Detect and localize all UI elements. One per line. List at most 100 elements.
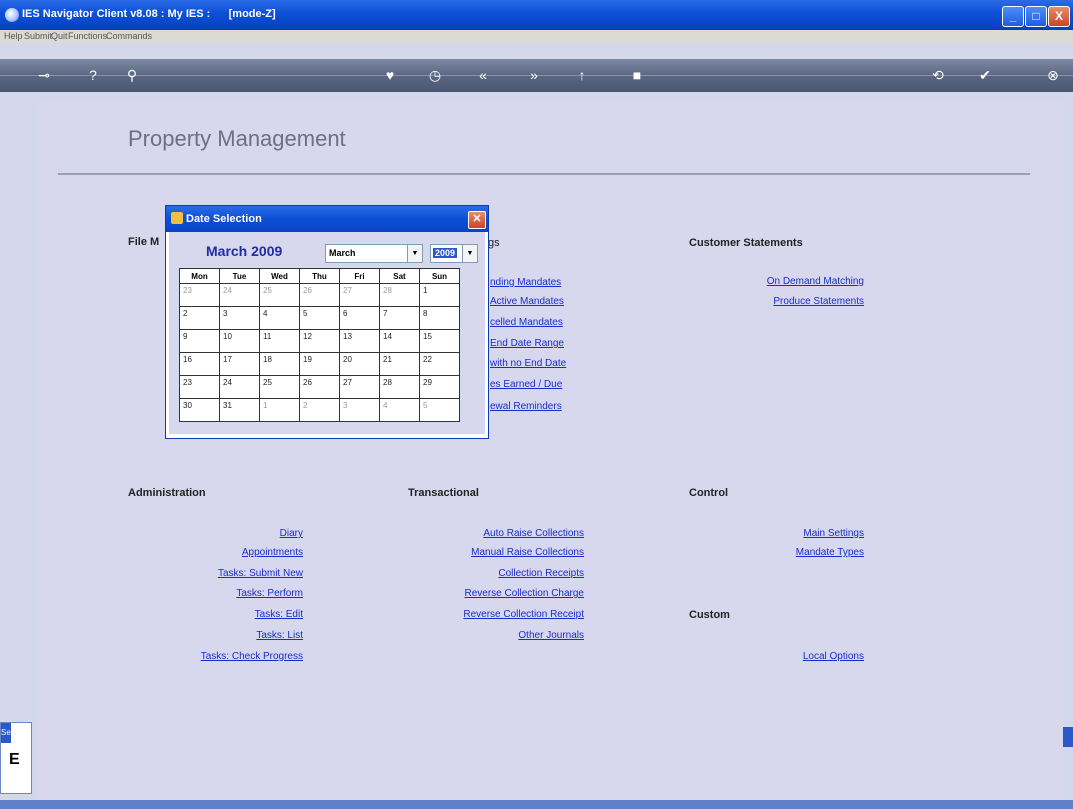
weekday-header: Thu: [299, 268, 340, 284]
calendar-day[interactable]: 5: [419, 398, 460, 422]
admin-link-tasks-submit-new[interactable]: Tasks: Submit New: [150, 568, 303, 579]
trans-link-reverse-charge[interactable]: Reverse Collection Charge: [400, 588, 584, 599]
dialog-close-button[interactable]: ✕: [468, 211, 486, 229]
menu-help[interactable]: Help: [4, 31, 23, 41]
mandates-link-no-end-date[interactable]: with no End Date: [490, 358, 566, 369]
calendar-day[interactable]: 4: [379, 398, 420, 422]
side-panel[interactable]: Se E: [0, 722, 32, 794]
mandates-link-cancelled[interactable]: celled Mandates: [490, 317, 563, 328]
trans-link-other-journals[interactable]: Other Journals: [400, 630, 584, 641]
maximize-button[interactable]: □: [1025, 6, 1047, 27]
close-icon[interactable]: ⊗: [1041, 64, 1065, 86]
admin-link-diary[interactable]: Diary: [150, 528, 303, 539]
up-icon[interactable]: ↑: [570, 64, 594, 86]
calendar-day[interactable]: 26: [299, 283, 340, 307]
custom-link-local-options[interactable]: Local Options: [700, 651, 864, 662]
calendar-day[interactable]: 25: [259, 375, 300, 399]
admin-link-tasks-edit[interactable]: Tasks: Edit: [150, 609, 303, 620]
check-icon[interactable]: ✔: [973, 64, 997, 86]
admin-link-appointments[interactable]: Appointments: [150, 547, 303, 558]
calendar-day[interactable]: 28: [379, 283, 420, 307]
calendar-day[interactable]: 7: [379, 306, 420, 330]
calendar-day[interactable]: 31: [219, 398, 260, 422]
menu-commands[interactable]: Commands: [106, 31, 152, 41]
refresh-icon[interactable]: ⟲: [926, 64, 950, 86]
calendar-day[interactable]: 21: [379, 352, 420, 376]
calendar-icon: [171, 212, 183, 224]
calendar-day[interactable]: 5: [299, 306, 340, 330]
chevron-down-icon: ▼: [462, 245, 477, 262]
rewind-icon[interactable]: «: [471, 64, 495, 86]
calendar-day[interactable]: 3: [219, 306, 260, 330]
toolbar: ⊸ ? ⚲ ♥ ◷ « » ↑ ■ ⟲ ✔ ⊗: [0, 59, 1073, 92]
on-demand-matching-link[interactable]: On Demand Matching: [700, 276, 864, 287]
control-link-mandate-types[interactable]: Mandate Types: [700, 547, 864, 558]
calendar-day[interactable]: 2: [179, 306, 220, 330]
menu-functions[interactable]: Functions: [68, 31, 107, 41]
clock-icon[interactable]: ◷: [423, 64, 447, 86]
calendar-day[interactable]: 6: [339, 306, 380, 330]
calendar-day[interactable]: 24: [219, 283, 260, 307]
mandates-link-renewal-reminders[interactable]: ewal Reminders: [490, 401, 562, 412]
close-button[interactable]: X: [1048, 6, 1070, 27]
mandates-link-end-date-range[interactable]: End Date Range: [490, 338, 564, 349]
heart-icon[interactable]: ♥: [378, 64, 402, 86]
calendar-day[interactable]: 10: [219, 329, 260, 353]
calendar-day[interactable]: 13: [339, 329, 380, 353]
admin-link-tasks-check-progress[interactable]: Tasks: Check Progress: [150, 651, 303, 662]
search-icon[interactable]: ⚲: [120, 64, 144, 86]
administration-heading: Administration: [128, 487, 206, 499]
trans-link-collection-receipts[interactable]: Collection Receipts: [400, 568, 584, 579]
admin-link-tasks-list[interactable]: Tasks: List: [150, 630, 303, 641]
stop-icon[interactable]: ■: [625, 64, 649, 86]
mandates-link-active[interactable]: Active Mandates: [490, 296, 564, 307]
control-link-main-settings[interactable]: Main Settings: [700, 528, 864, 539]
calendar-day[interactable]: 9: [179, 329, 220, 353]
menu-submit[interactable]: Submit: [24, 31, 52, 41]
calendar-week: 23 24 25 26 27 28 1: [179, 283, 460, 307]
calendar-day[interactable]: 16: [179, 352, 220, 376]
produce-statements-link[interactable]: Produce Statements: [700, 296, 864, 307]
mandates-link-fees-earned[interactable]: es Earned / Due: [490, 379, 562, 390]
admin-link-tasks-perform[interactable]: Tasks: Perform: [150, 588, 303, 599]
menu-quit[interactable]: Quit: [51, 31, 68, 41]
trans-link-auto-raise[interactable]: Auto Raise Collections: [400, 528, 584, 539]
calendar-day[interactable]: 30: [179, 398, 220, 422]
calendar-day[interactable]: 11: [259, 329, 300, 353]
calendar-day[interactable]: 28: [379, 375, 420, 399]
trans-link-manual-raise[interactable]: Manual Raise Collections: [400, 547, 584, 558]
calendar-day[interactable]: 23: [179, 375, 220, 399]
calendar-day[interactable]: 27: [339, 375, 380, 399]
help-icon[interactable]: ?: [81, 64, 105, 86]
calendar-day[interactable]: 1: [419, 283, 460, 307]
calendar-day[interactable]: 22: [419, 352, 460, 376]
calendar-day[interactable]: 23: [179, 283, 220, 307]
calendar-day[interactable]: 12: [299, 329, 340, 353]
calendar-day[interactable]: 1: [259, 398, 300, 422]
custom-heading: Custom: [689, 609, 730, 621]
calendar-day[interactable]: 2: [299, 398, 340, 422]
year-select[interactable]: 2009 ▼: [430, 244, 478, 263]
calendar-day[interactable]: 15: [419, 329, 460, 353]
month-select[interactable]: March ▼: [325, 244, 423, 263]
calendar-day[interactable]: 27: [339, 283, 380, 307]
calendar-day[interactable]: 17: [219, 352, 260, 376]
calendar-day[interactable]: 14: [379, 329, 420, 353]
fast-forward-icon[interactable]: »: [522, 64, 546, 86]
calendar-day[interactable]: 24: [219, 375, 260, 399]
calendar-day[interactable]: 20: [339, 352, 380, 376]
key-icon[interactable]: ⊸: [32, 64, 56, 86]
calendar-day[interactable]: 8: [419, 306, 460, 330]
mandates-link-pending[interactable]: nding Mandates: [490, 277, 561, 288]
calendar-day[interactable]: 29: [419, 375, 460, 399]
calendar-day[interactable]: 25: [259, 283, 300, 307]
minimize-button[interactable]: _: [1002, 6, 1024, 27]
trans-link-reverse-receipt[interactable]: Reverse Collection Receipt: [400, 609, 584, 620]
calendar-day[interactable]: 18: [259, 352, 300, 376]
customer-statements-heading: Customer Statements: [689, 237, 803, 249]
calendar-day[interactable]: 26: [299, 375, 340, 399]
calendar-day[interactable]: 19: [299, 352, 340, 376]
weekday-header: Wed: [259, 268, 300, 284]
calendar-day[interactable]: 3: [339, 398, 380, 422]
calendar-day[interactable]: 4: [259, 306, 300, 330]
